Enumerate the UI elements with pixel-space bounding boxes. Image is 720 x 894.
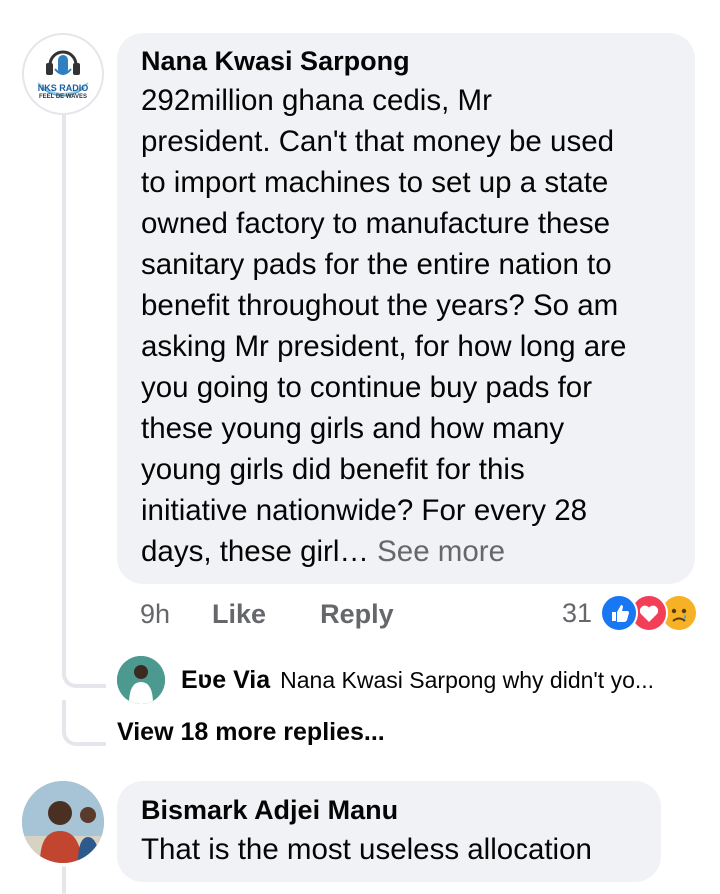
like-icon — [600, 594, 638, 632]
view-more-replies-link[interactable]: View 18 more replies... — [117, 718, 385, 747]
comment-text-line: asking Mr president, for how long are — [141, 330, 627, 363]
see-more-link[interactable]: See more — [377, 535, 505, 568]
radio-logo-icon — [37, 50, 89, 97]
comment-author[interactable]: Nana Kwasi Sarpong — [141, 45, 695, 77]
comment-text-line: sanitary pads for the entire nation to — [141, 248, 612, 281]
comment-bubble: Nana Kwasi Sarpong 292million ghana cedi… — [117, 33, 695, 584]
comment-text-line: 292million ghana cedis, Mr — [141, 84, 492, 117]
avatar[interactable] — [22, 781, 104, 863]
comment-text-line: initiative nationwide? For every 28 — [141, 494, 588, 527]
avatar-logo-text: NKS RADIO — [37, 83, 89, 93]
thread-line-bottom — [62, 866, 66, 894]
comment-text-line: you going to continue buy pads for — [141, 371, 593, 404]
person-icon — [117, 656, 165, 704]
person-photo-icon — [22, 781, 104, 863]
like-button[interactable]: Like — [212, 599, 266, 630]
comment-text-line: owned factory to manufacture these — [141, 207, 610, 240]
comment-text-line: president. Can't that money be used — [141, 125, 615, 158]
more-replies-thread-branch — [62, 700, 106, 746]
comment-timestamp[interactable]: 9h — [140, 599, 170, 630]
reaction-count: 31 — [561, 597, 592, 628]
reply-button[interactable]: Reply — [320, 599, 394, 630]
thread-line — [62, 112, 66, 672]
reply-author[interactable]: Eʋe Via — [181, 666, 270, 695]
comment-author[interactable]: Bismark Adjei Manu — [141, 794, 661, 826]
comment-text-line: to import machines to set up a state — [141, 166, 609, 199]
comment-text-last-line: days, these girl… See more — [141, 531, 695, 572]
comment-text-line: benefit throughout the years? So am — [141, 289, 619, 322]
avatar-logo-tagline: FEEL DE WAVES — [38, 94, 88, 100]
comment-actions: 9h Like Reply — [140, 596, 394, 632]
comment-text: That is the most useless allocation — [141, 833, 592, 866]
reply-avatar[interactable] — [117, 656, 165, 704]
comment-text-line: young girls did benefit for this — [141, 453, 525, 486]
reaction-summary[interactable]: 31 — [562, 594, 698, 632]
comment-bubble: Bismark Adjei Manu That is the most usel… — [117, 781, 661, 882]
reply-thread-branch — [62, 640, 106, 688]
comment-text: 292million ghana cedis, Mr president. Ca… — [141, 80, 695, 572]
avatar[interactable]: NKS RADIO FEEL DE WAVES — [22, 33, 104, 115]
reply-text: Nana Kwasi Sarpong why didn't yo... — [280, 666, 655, 693]
reply-preview[interactable]: Eʋe Via Nana Kwasi Sarpong why didn't yo… — [117, 656, 654, 704]
comment-text-truncated: days, these girl… — [141, 535, 369, 568]
comment-text-line: these young girls and how many — [141, 412, 565, 445]
